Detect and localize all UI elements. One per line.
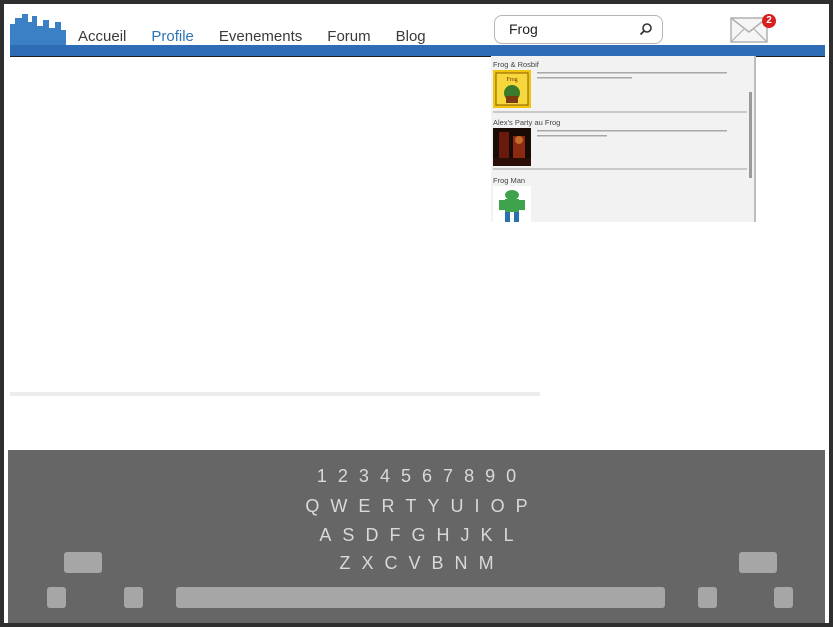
party-photo-thumbnail[interactable] — [493, 128, 531, 166]
key[interactable]: 2 — [335, 466, 351, 487]
city-logo-icon[interactable] — [10, 10, 66, 50]
nav-item-accueil[interactable]: Accueil — [78, 28, 126, 45]
key[interactable]: 9 — [482, 466, 498, 487]
key[interactable]: 5 — [398, 466, 414, 487]
function-key-left-2[interactable] — [124, 587, 143, 608]
nav-item-blog[interactable]: Blog — [396, 28, 426, 45]
key[interactable]: F — [386, 525, 403, 546]
key[interactable]: M — [476, 553, 497, 574]
key[interactable]: P — [513, 496, 531, 517]
search-box[interactable] — [494, 15, 663, 44]
app-frame: Accueil Profile Evenements Forum Blog 2 … — [0, 0, 833, 627]
key[interactable]: O — [488, 496, 508, 517]
search-icon[interactable] — [639, 22, 653, 36]
key[interactable]: U — [448, 496, 467, 517]
key[interactable]: 1 — [314, 466, 330, 487]
key[interactable]: L — [501, 525, 517, 546]
result-description — [537, 129, 737, 141]
key[interactable]: B — [429, 553, 447, 574]
key[interactable]: I — [472, 496, 483, 517]
shift-right-key[interactable] — [739, 552, 777, 573]
function-key-left[interactable] — [47, 587, 66, 608]
nav-item-profile[interactable]: Profile — [151, 28, 194, 45]
key[interactable]: D — [362, 525, 381, 546]
shift-left-key[interactable] — [64, 552, 102, 573]
on-screen-keyboard: 1 2 3 4 5 6 7 8 9 0 Q W E R T Y U I O P … — [8, 450, 825, 623]
keyboard-row-numbers: 1 2 3 4 5 6 7 8 9 0 — [8, 466, 825, 487]
result-title[interactable]: Frog Man — [493, 176, 525, 185]
key[interactable]: G — [408, 525, 428, 546]
search-input[interactable] — [509, 20, 629, 38]
key[interactable]: Q — [302, 496, 322, 517]
key[interactable]: E — [355, 496, 373, 517]
key[interactable]: S — [339, 525, 357, 546]
result-divider — [493, 168, 747, 170]
result-description — [537, 71, 737, 83]
keyboard-row-zxcv: Z X C V B N M — [8, 553, 825, 574]
result-title[interactable]: Frog & Rosbif — [493, 60, 539, 69]
key[interactable]: H — [434, 525, 453, 546]
key[interactable]: 8 — [461, 466, 477, 487]
function-key-right-2[interactable] — [774, 587, 793, 608]
notification-badge: 2 — [762, 14, 776, 28]
content-divider — [10, 392, 540, 396]
key[interactable]: T — [402, 496, 419, 517]
result-title[interactable]: Alex's Party au Frog — [493, 118, 560, 127]
key[interactable]: K — [478, 525, 496, 546]
spacebar-key[interactable] — [176, 587, 665, 608]
key[interactable]: 3 — [356, 466, 372, 487]
key[interactable]: V — [405, 553, 423, 574]
key[interactable]: X — [358, 553, 376, 574]
result-divider — [493, 111, 747, 113]
key[interactable]: 6 — [419, 466, 435, 487]
main-nav: Accueil Profile Evenements Forum Blog — [78, 28, 451, 45]
key[interactable]: R — [378, 496, 397, 517]
results-scrollbar[interactable] — [749, 92, 752, 178]
key[interactable]: 0 — [503, 466, 519, 487]
key[interactable]: N — [452, 553, 471, 574]
nav-item-forum[interactable]: Forum — [327, 28, 370, 45]
nav-item-evenements[interactable]: Evenements — [219, 28, 302, 45]
search-results-dropdown: Frog & Rosbif Frog Alex's Party au Frog — [491, 56, 756, 222]
pub-sign-thumbnail[interactable]: Frog — [493, 70, 531, 108]
key[interactable]: 7 — [440, 466, 456, 487]
key[interactable]: J — [458, 525, 473, 546]
frog-character-thumbnail[interactable] — [493, 186, 531, 222]
key[interactable]: A — [316, 525, 334, 546]
svg-text:Frog: Frog — [506, 77, 517, 83]
key[interactable]: Y — [424, 496, 442, 517]
function-key-right[interactable] — [698, 587, 717, 608]
key[interactable]: W — [327, 496, 350, 517]
key[interactable]: Z — [336, 553, 353, 574]
keyboard-row-qwerty: Q W E R T Y U I O P — [8, 496, 825, 517]
key[interactable]: C — [381, 553, 400, 574]
key[interactable]: 4 — [377, 466, 393, 487]
keyboard-row-asdf: A S D F G H J K L — [8, 525, 825, 546]
